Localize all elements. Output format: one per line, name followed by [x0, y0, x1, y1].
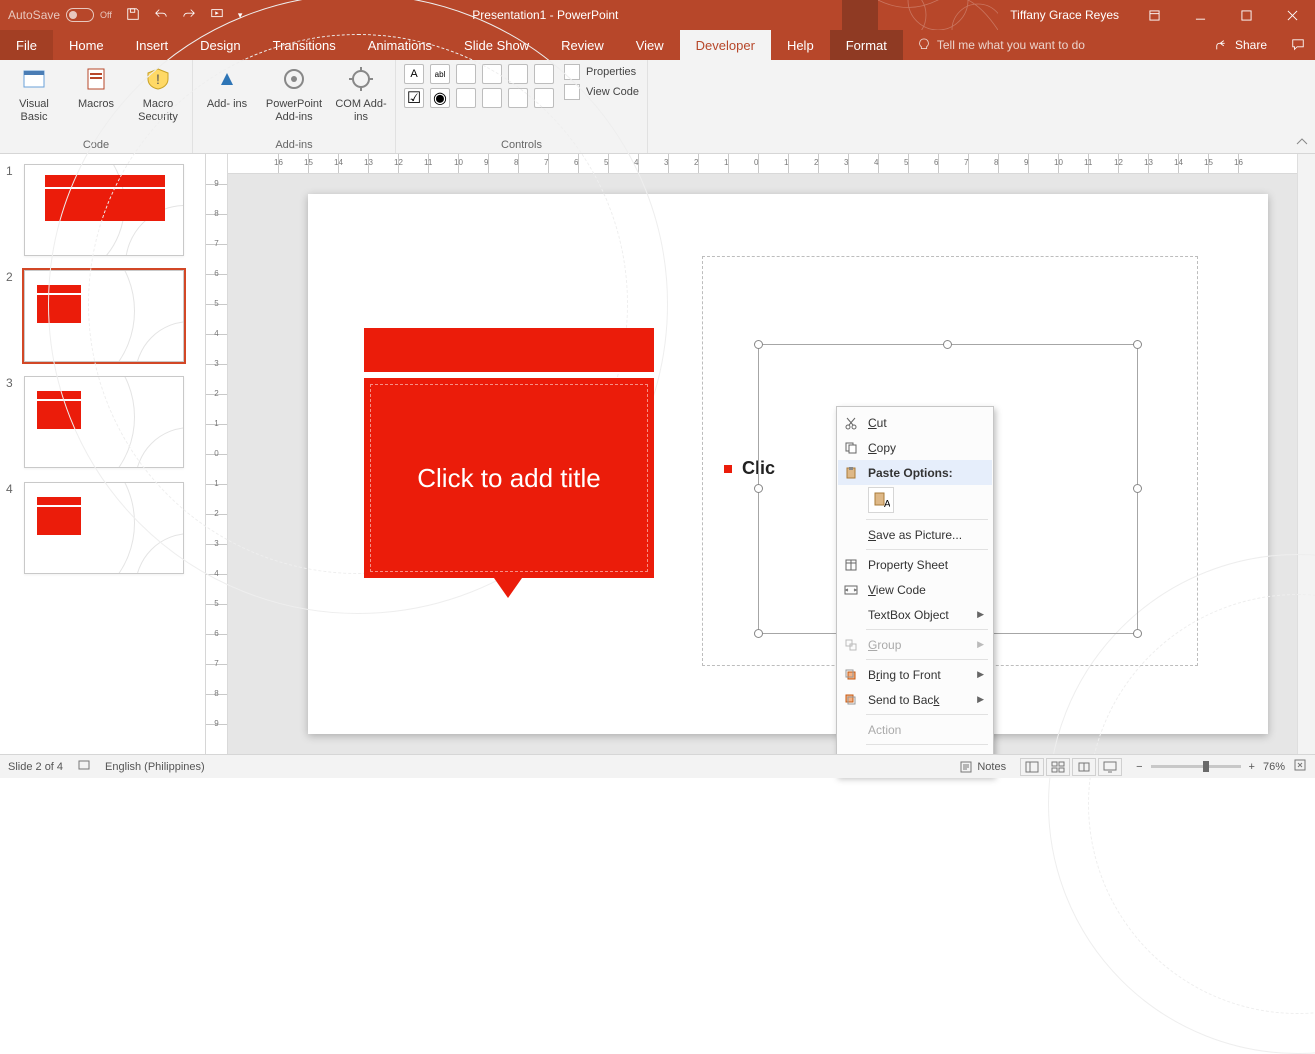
ctx-copy[interactable]: Copy [838, 435, 992, 460]
share-label: Share [1235, 38, 1267, 52]
zoom-control[interactable]: − + 76% [1136, 758, 1307, 775]
context-menu: Cut Copy Paste Options: A Save as Pictur… [836, 406, 994, 776]
zoom-out-icon[interactable]: − [1136, 761, 1142, 773]
notes-button[interactable]: Notes [959, 760, 1006, 774]
group-icon [842, 638, 860, 652]
title-bar: AutoSave Off ▾ Presentation1 - PowerPoin… [0, 0, 1315, 30]
bullet-icon [724, 465, 732, 473]
status-bar: Slide 2 of 4 English (Philippines) Notes… [0, 754, 1315, 778]
ribbon-display-options-icon[interactable] [1131, 0, 1177, 30]
close-icon[interactable] [1269, 0, 1315, 30]
save-icon[interactable] [126, 7, 140, 24]
spell-check-icon[interactable] [77, 758, 91, 775]
share-icon [1215, 38, 1229, 52]
contextual-tab-label [842, 0, 878, 30]
bring-front-icon [842, 668, 860, 682]
macros-button[interactable]: Macros [70, 64, 122, 111]
ctx-view-code[interactable]: View Code [838, 577, 992, 602]
ctx-paste-options: Paste Options: [838, 460, 992, 485]
send-back-icon [842, 693, 860, 707]
slide[interactable]: Click to add title Clic [308, 194, 1268, 734]
slideshow-view-icon[interactable] [1098, 758, 1122, 776]
view-code-icon [842, 583, 860, 597]
tab-format[interactable]: Format [830, 30, 903, 60]
minimize-icon[interactable] [1177, 0, 1223, 30]
tab-view[interactable]: View [620, 30, 680, 60]
autosave-label: AutoSave [8, 8, 60, 22]
lightbulb-icon [917, 38, 931, 52]
properties-button[interactable]: Properties [564, 64, 639, 80]
svg-text:A: A [884, 499, 890, 509]
cut-icon [842, 416, 860, 430]
ctx-paste-option-buttons: A [838, 485, 992, 517]
zoom-slider[interactable] [1151, 765, 1241, 768]
tell-me-label: Tell me what you want to do [937, 38, 1085, 52]
slide-canvas-area[interactable]: 1615141312111098765432101234567891011121… [228, 154, 1297, 754]
sorter-view-icon[interactable] [1046, 758, 1070, 776]
ctx-group: Group▶ [838, 632, 992, 657]
workspace: 1 2 3 4 9876543210123456789 161514131211… [0, 154, 1315, 754]
zoom-value[interactable]: 76% [1263, 761, 1285, 773]
ctx-property-sheet[interactable]: Property Sheet [838, 552, 992, 577]
autosave-toggle[interactable]: AutoSave Off [0, 8, 120, 22]
ctx-cut[interactable]: Cut [838, 410, 992, 435]
tab-developer[interactable]: Developer [680, 30, 771, 60]
reading-view-icon[interactable] [1072, 758, 1096, 776]
redo-icon[interactable] [182, 7, 196, 24]
copy-icon [842, 441, 860, 455]
tab-review[interactable]: Review [545, 30, 620, 60]
visual-basic-button[interactable]: Visual Basic [8, 64, 60, 123]
slide-counter[interactable]: Slide 2 of 4 [8, 761, 63, 773]
comments-button[interactable] [1281, 30, 1315, 60]
title-placeholder[interactable]: Click to add title [364, 328, 654, 598]
tab-help[interactable]: Help [771, 30, 830, 60]
title-decor [878, 0, 998, 30]
autosave-state: Off [100, 10, 112, 20]
normal-view-icon[interactable] [1020, 758, 1044, 776]
tab-file[interactable]: File [0, 30, 53, 60]
ctx-send-to-back[interactable]: Send to Back▶ [838, 687, 992, 712]
maximize-icon[interactable] [1223, 0, 1269, 30]
paste-icon [842, 466, 860, 480]
property-sheet-icon [842, 558, 860, 572]
tab-home[interactable]: Home [53, 30, 120, 60]
start-from-beginning-icon[interactable] [210, 7, 224, 24]
view-buttons [1020, 758, 1122, 776]
undo-icon[interactable] [154, 7, 168, 24]
ctx-save-as-picture[interactable]: Save as Picture... [838, 522, 992, 547]
user-name[interactable]: Tiffany Grace Reyes [998, 8, 1131, 22]
collapse-ribbon-icon[interactable] [1295, 135, 1309, 149]
ctx-textbox-object[interactable]: TextBox Object▶ [838, 602, 992, 627]
ctx-bring-to-front[interactable]: Bring to Front▶ [838, 662, 992, 687]
language-indicator[interactable]: English (Philippines) [105, 761, 205, 773]
zoom-in-icon[interactable]: + [1249, 761, 1255, 773]
fit-to-window-icon[interactable] [1293, 758, 1307, 775]
ctx-action: Action [838, 717, 992, 742]
tell-me-search[interactable]: Tell me what you want to do [903, 30, 1201, 60]
paste-keep-text-icon[interactable]: A [868, 487, 894, 513]
share-button[interactable]: Share [1201, 30, 1281, 60]
